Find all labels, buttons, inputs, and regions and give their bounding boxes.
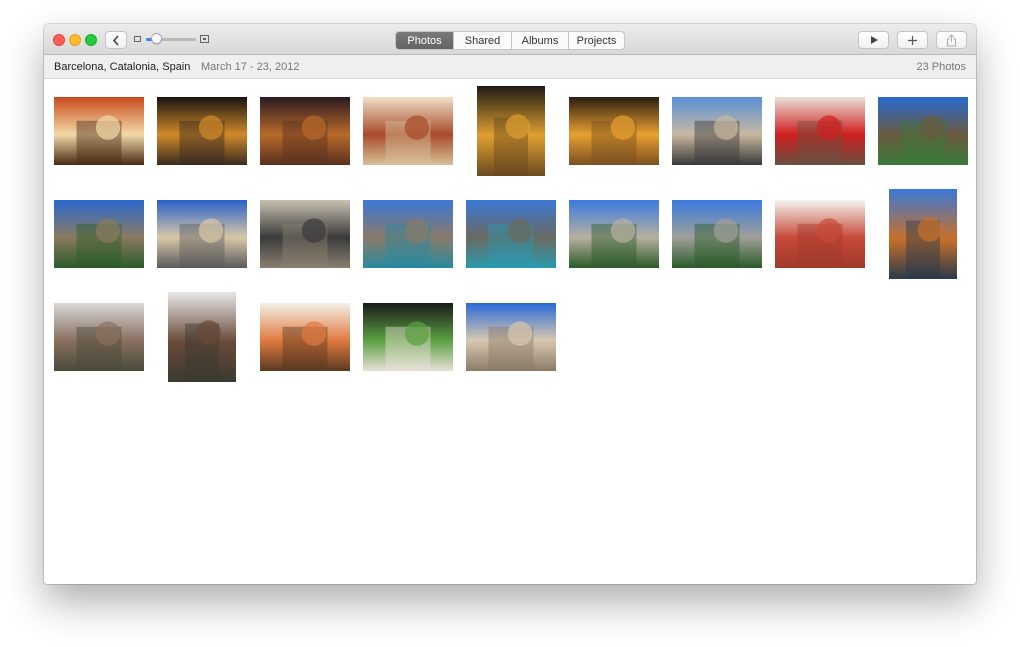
moment-header: Barcelona, Catalonia, Spain March 17 - 2…: [44, 55, 976, 79]
photo-thumbnail[interactable]: [260, 292, 350, 382]
minimize-window-button[interactable]: [69, 34, 81, 46]
photo-thumbnail[interactable]: [157, 86, 247, 176]
zoom-large-icon: [200, 35, 209, 43]
photo-thumbnail[interactable]: [54, 189, 144, 279]
close-window-button[interactable]: [53, 34, 65, 46]
photo-image: [157, 200, 247, 268]
photo-thumbnail[interactable]: [54, 86, 144, 176]
photo-thumbnail[interactable]: [775, 189, 865, 279]
zoom-slider-knob[interactable]: [151, 33, 162, 44]
photo-thumbnail[interactable]: [569, 189, 659, 279]
moment-date-range: March 17 - 23, 2012: [201, 61, 300, 73]
photo-count: 23 Photos: [916, 61, 966, 73]
photo-thumbnail[interactable]: [363, 86, 453, 176]
photo-image: [260, 200, 350, 268]
photo-thumbnail[interactable]: [260, 86, 350, 176]
photo-thumbnail[interactable]: [672, 189, 762, 279]
photo-image: [672, 200, 762, 268]
back-button[interactable]: [105, 31, 127, 49]
photo-thumbnail[interactable]: [157, 292, 247, 382]
photo-image: [672, 97, 762, 165]
photo-image: [775, 200, 865, 268]
photo-thumbnail[interactable]: [466, 189, 556, 279]
tab-projects[interactable]: Projects: [568, 32, 624, 49]
zoom-window-button[interactable]: [85, 34, 97, 46]
photo-image: [168, 292, 236, 382]
zoom-small-icon: [134, 36, 141, 42]
tab-albums[interactable]: Albums: [511, 32, 568, 49]
photo-image: [569, 200, 659, 268]
tab-shared[interactable]: Shared: [453, 32, 511, 49]
photo-image: [569, 97, 659, 165]
photo-thumbnail[interactable]: [260, 189, 350, 279]
chevron-left-icon: [112, 34, 119, 46]
photo-image: [466, 303, 556, 371]
photo-thumbnail[interactable]: [878, 189, 968, 279]
photo-image: [878, 97, 968, 165]
photo-image: [363, 97, 453, 165]
tab-photos[interactable]: Photos: [396, 32, 453, 49]
photo-image: [157, 97, 247, 165]
photo-grid: [44, 79, 976, 584]
share-icon: [947, 33, 956, 46]
plus-icon: [908, 35, 917, 45]
photo-image: [54, 200, 144, 268]
view-segmented-control: Photos Shared Albums Projects: [395, 31, 625, 50]
photo-image: [260, 97, 350, 165]
photos-window: Photos Shared Albums Projects Barcelona,…: [44, 24, 976, 584]
photo-thumbnail[interactable]: [878, 86, 968, 176]
photo-image: [260, 303, 350, 371]
play-icon: [870, 36, 878, 44]
photo-thumbnail[interactable]: [466, 86, 556, 176]
photo-image: [363, 303, 453, 371]
photo-thumbnail[interactable]: [54, 292, 144, 382]
titlebar: Photos Shared Albums Projects: [44, 24, 976, 55]
photo-image: [54, 97, 144, 165]
photo-image: [54, 303, 144, 371]
photo-image: [466, 200, 556, 268]
photo-image: [775, 97, 865, 165]
photo-thumbnail[interactable]: [363, 189, 453, 279]
photo-thumbnail[interactable]: [466, 292, 556, 382]
photo-image: [363, 200, 453, 268]
photo-thumbnail[interactable]: [775, 86, 865, 176]
share-button[interactable]: [936, 31, 967, 49]
photo-thumbnail[interactable]: [672, 86, 762, 176]
slideshow-button[interactable]: [858, 31, 889, 49]
photo-thumbnail[interactable]: [363, 292, 453, 382]
photo-image: [477, 86, 545, 176]
add-button[interactable]: [897, 31, 928, 49]
photo-thumbnail[interactable]: [569, 86, 659, 176]
photo-image: [889, 189, 957, 279]
photo-thumbnail[interactable]: [157, 189, 247, 279]
moment-location[interactable]: Barcelona, Catalonia, Spain: [54, 61, 190, 73]
